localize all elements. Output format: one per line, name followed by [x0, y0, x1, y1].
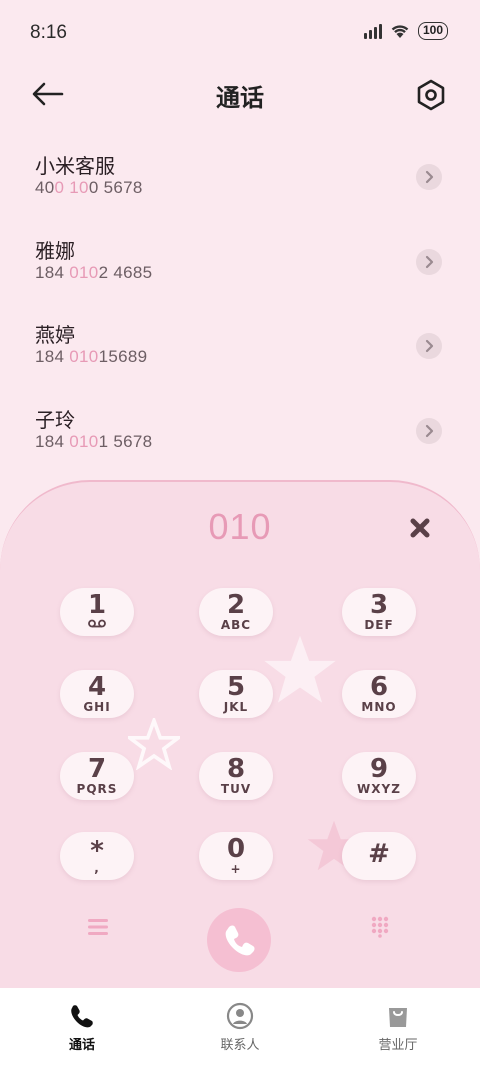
battery-indicator: 100 — [417, 22, 448, 40]
dialpad-grid-icon[interactable] — [371, 916, 389, 938]
dial-key-hash[interactable]: # — [342, 832, 416, 880]
dialpad-panel: 010 1 2 ABC 3 DEF 4 GHI 5 JKL 6 MNO 7 PQ… — [0, 480, 480, 990]
contact-name: 雅娜 — [35, 238, 75, 263]
dial-key-3[interactable]: 3 DEF — [342, 588, 416, 636]
contact-name: 子玲 — [35, 407, 75, 432]
chevron-right-icon[interactable] — [416, 164, 442, 190]
signal-icon — [363, 23, 382, 39]
chevron-right-icon[interactable] — [416, 248, 442, 275]
dial-key-2[interactable]: 2 ABC — [199, 588, 273, 636]
shopping-bag-icon — [389, 1008, 407, 1027]
contact-number: 184 0101 5678 — [35, 431, 153, 451]
contact-list: 小米客服 400 100 5678 雅娜 184 0102 4685 燕婷 18… — [0, 136, 480, 474]
person-icon — [226, 1002, 254, 1030]
star-decoration-icon — [264, 635, 336, 703]
contact-item[interactable]: 雅娜 184 0102 4685 — [0, 221, 480, 306]
contact-number: 184 01015689 — [35, 347, 148, 366]
dial-key-5[interactable]: 5 JKL — [199, 670, 273, 718]
nav-tab-store[interactable]: 营业厅 — [338, 1002, 458, 1053]
chevron-right-icon[interactable] — [416, 333, 442, 359]
voicemail-icon — [88, 619, 106, 628]
contact-item[interactable]: 子玲 184 0101 5678 — [0, 390, 480, 475]
nav-tab-calls[interactable]: 通话 — [22, 1002, 142, 1053]
dial-key-1[interactable]: 1 — [60, 588, 134, 636]
delete-icon[interactable] — [408, 516, 432, 540]
status-icons: 100 — [363, 22, 448, 40]
dial-key-9[interactable]: 9 WXYZ — [342, 752, 416, 800]
dial-key-6[interactable]: 6 MNO — [342, 670, 416, 718]
phone-icon — [71, 1005, 93, 1028]
contact-item[interactable]: 小米客服 400 100 5678 — [0, 136, 480, 221]
phone-icon — [225, 925, 255, 956]
chevron-right-icon[interactable] — [416, 417, 442, 444]
wifi-icon — [391, 25, 409, 38]
header: 通话 — [0, 70, 480, 120]
menu-icon[interactable] — [88, 918, 108, 936]
contact-name: 小米客服 — [35, 154, 115, 178]
dial-key-0[interactable]: 0 + — [199, 832, 273, 880]
status-time: 8:16 — [30, 22, 67, 43]
contact-name: 燕婷 — [35, 323, 75, 347]
contact-number: 400 100 5678 — [35, 178, 143, 197]
nav-tab-contacts[interactable]: 联系人 — [180, 1002, 300, 1053]
contact-number: 184 0102 4685 — [35, 262, 153, 282]
contact-item[interactable]: 燕婷 184 01015689 — [0, 305, 480, 390]
dial-key-7[interactable]: 7 PQRS — [60, 752, 134, 800]
dial-key-star[interactable]: * , — [60, 832, 134, 880]
page-title: 通话 — [216, 84, 264, 112]
dial-key-4[interactable]: 4 GHI — [60, 670, 134, 718]
star-decoration-icon — [128, 718, 180, 770]
status-bar: 8:16 100 — [0, 0, 480, 68]
call-button[interactable] — [207, 908, 271, 972]
dial-key-8[interactable]: 8 TUV — [199, 752, 273, 800]
bottom-navigation: 通话 联系人 营业厅 — [0, 988, 480, 1067]
settings-hexagon-icon[interactable] — [414, 78, 448, 112]
